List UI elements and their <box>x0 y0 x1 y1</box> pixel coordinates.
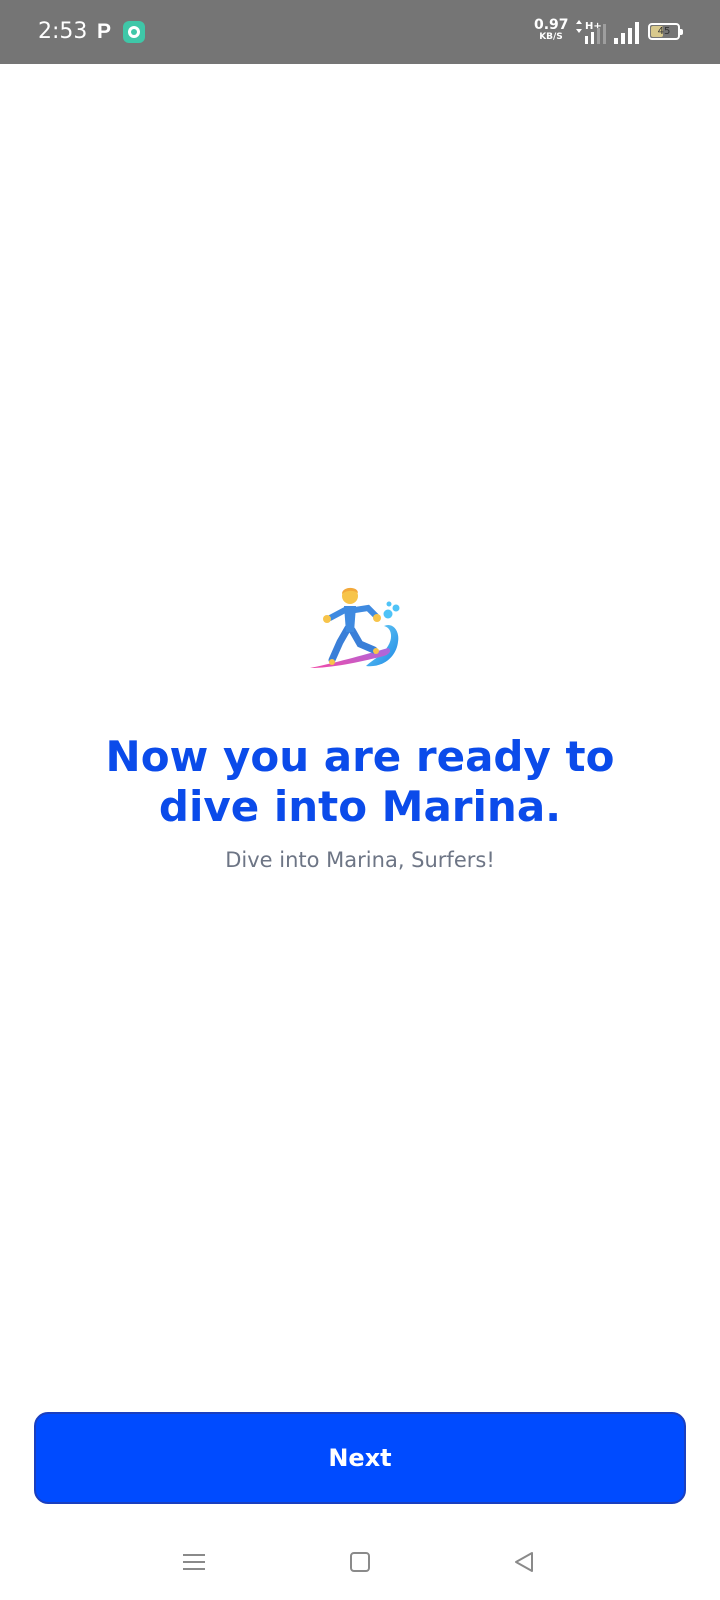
network-speed-unit: KB/S <box>539 32 563 42</box>
network-speed: 0.97 KB/S <box>534 17 569 42</box>
page-title: Now you are ready to dive into Marina. <box>105 732 615 831</box>
surfer-icon <box>310 587 400 668</box>
battery-level: 45 <box>657 26 671 37</box>
home-square-icon[interactable] <box>350 1552 370 1572</box>
signal-bars-icon <box>614 22 639 44</box>
mobile-data-icon: H+ <box>576 20 606 44</box>
back-triangle-icon[interactable] <box>512 1550 536 1574</box>
status-bar: 2:53 P 0.97 KB/S H+ 45 <box>0 0 720 64</box>
parking-app-icon: P <box>97 20 112 43</box>
network-speed-value: 0.97 <box>534 17 569 33</box>
status-time: 2:53 <box>38 19 88 44</box>
chat-bubble-icon <box>123 21 145 43</box>
menu-icon[interactable] <box>183 1552 205 1572</box>
page-subtitle: Dive into Marina, Surfers! <box>225 848 495 872</box>
screen: 2:53 P 0.97 KB/S H+ 45 Now you are ready… <box>0 0 720 1600</box>
battery-icon: 45 <box>648 23 683 40</box>
next-button[interactable]: Next <box>34 1412 686 1504</box>
